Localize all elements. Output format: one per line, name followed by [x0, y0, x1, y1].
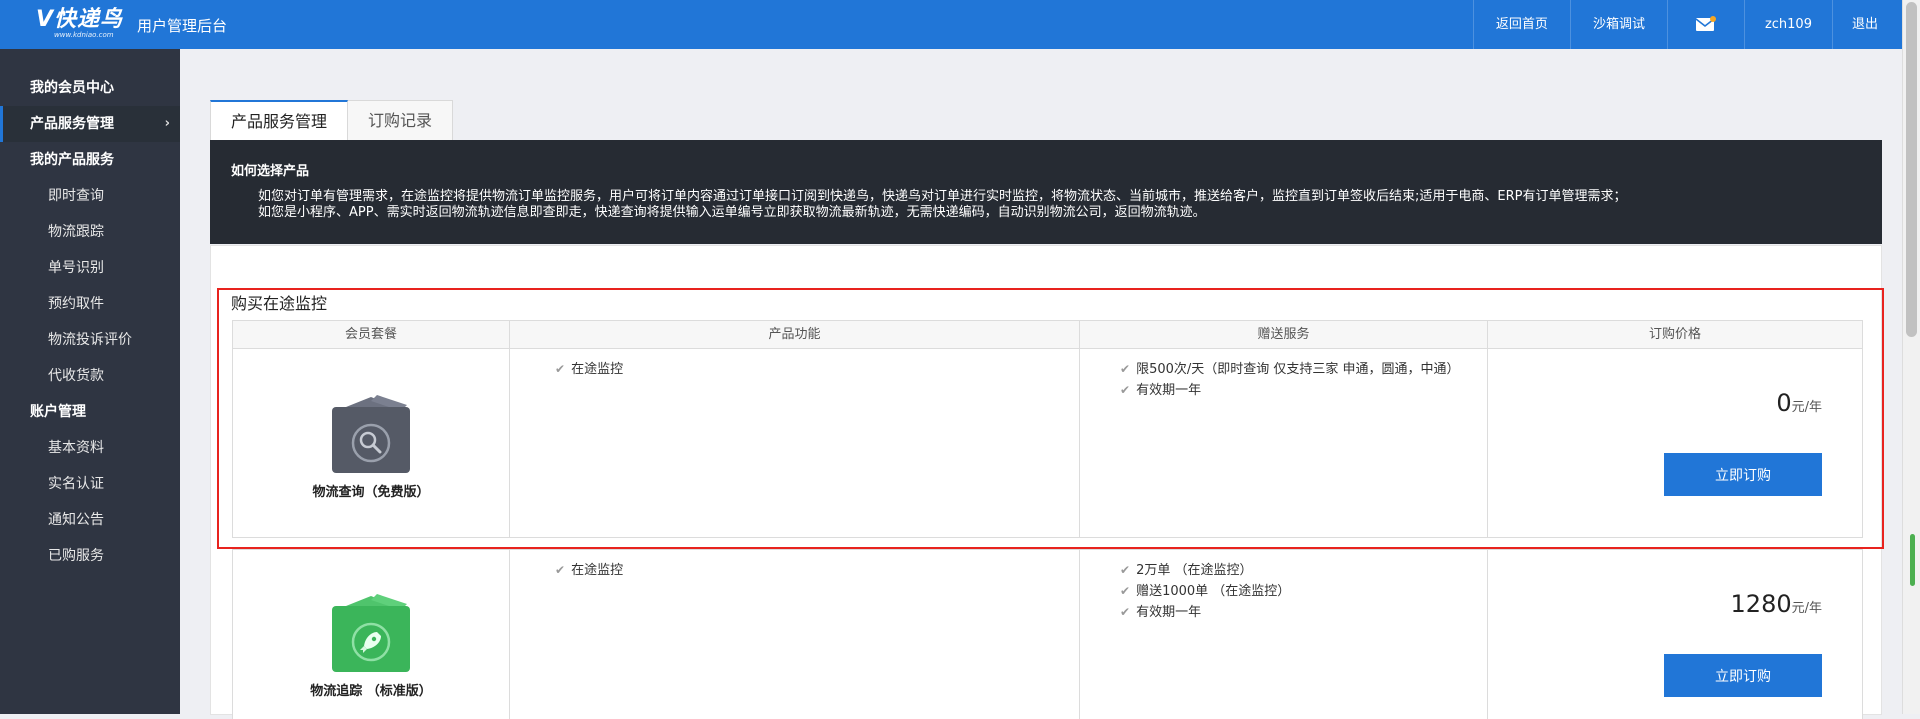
sidebar-item-purchased[interactable]: 已购服务	[0, 538, 180, 574]
sidebar-item-product-service[interactable]: 产品服务管理 ›	[0, 106, 180, 142]
feature-text: 在途监控	[571, 362, 624, 377]
logo-url: www.kdniao.com	[54, 31, 114, 39]
tab-product-service[interactable]: 产品服务管理	[210, 100, 348, 140]
chevron-right-icon: ›	[164, 116, 170, 131]
package-name: 物流查询（免费版）	[312, 485, 430, 500]
main-content: 产品服务管理 订购记录 如何选择产品 如您对订单有管理需求，在途监控将提供物流订…	[210, 100, 1884, 719]
sandbox-link[interactable]: 沙箱调试	[1569, 0, 1667, 49]
sidebar-item-label: 产品服务管理	[30, 116, 114, 132]
sidebar-item-member-center[interactable]: 我的会员中心	[0, 70, 180, 106]
list-item: ✔ 在途监控	[555, 359, 1079, 380]
package-name: 物流追踪 （标准版）	[310, 684, 432, 699]
top-bar: V快递鸟 www.kdniao.com 用户管理后台 返回首页 沙箱调试 zch…	[0, 0, 1902, 49]
price-unit: 元/年	[1791, 400, 1822, 415]
list-item: ✔ 限500次/天（即时查询 仅支持三家 申通，圆通，中通）	[1120, 359, 1480, 380]
service-text: 有效期一年	[1136, 605, 1202, 620]
sidebar-item-logistics-tracking[interactable]: 物流跟踪	[0, 214, 180, 250]
page-scrollbar[interactable]	[1902, 0, 1920, 714]
package-cell: 物流查询（免费版）	[233, 349, 510, 537]
sidebar-item-number-recognition[interactable]: 单号识别	[0, 250, 180, 286]
product-panel: 购买在途监控 会员套餐 产品功能 赠送服务 订购价格 物流查询（免费版） ✔ 在…	[210, 245, 1884, 719]
service-cell: ✔ 2万单 （在途监控） ✔ 赠送1000单 （在途监控） ✔ 有效期一年	[1080, 550, 1488, 719]
check-icon: ✔	[1120, 584, 1131, 598]
feature-cell: ✔ 在途监控	[510, 550, 1080, 719]
check-icon: ✔	[555, 563, 566, 577]
sidebar-item-instant-query[interactable]: 即时查询	[0, 178, 180, 214]
column-header: 赠送服务	[1080, 321, 1488, 348]
column-header: 产品功能	[510, 321, 1080, 348]
list-item: ✔ 2万单 （在途监控）	[1120, 560, 1480, 581]
scroll-position-marker	[1910, 534, 1915, 586]
column-header: 订购价格	[1648, 327, 1701, 342]
service-text: 2万单 （在途监控）	[1136, 563, 1253, 578]
check-icon: ✔	[1120, 362, 1131, 376]
check-icon: ✔	[555, 362, 566, 376]
home-link[interactable]: 返回首页	[1472, 0, 1570, 49]
feature-list: ✔ 在途监控	[510, 550, 1079, 581]
price-cell: 1280元/年 立即订购	[1488, 550, 1862, 719]
service-cell: ✔ 限500次/天（即时查询 仅支持三家 申通，圆通，中通） ✔ 有效期一年	[1080, 349, 1488, 537]
feature-cell: ✔ 在途监控	[510, 349, 1080, 537]
username-link[interactable]: zch109	[1743, 0, 1832, 49]
mail-icon	[1695, 16, 1716, 31]
list-item: ✔ 有效期一年	[1120, 380, 1480, 401]
sidebar-item-pickup-booking[interactable]: 预约取件	[0, 286, 180, 322]
sidebar-item-notices[interactable]: 通知公告	[0, 502, 180, 538]
check-icon: ✔	[1120, 605, 1131, 619]
app-title: 用户管理后台	[137, 17, 228, 35]
info-panel: 如何选择产品 如您对订单有管理需求，在途监控将提供物流订单监控服务，用户可将订单…	[210, 140, 1882, 244]
column-header: 会员套餐	[233, 321, 510, 348]
sidebar-group-my-products[interactable]: 我的产品服务	[0, 142, 180, 178]
section-title: 购买在途监控	[231, 294, 328, 313]
price-value: 0	[1776, 389, 1792, 417]
sidebar-item-verification[interactable]: 实名认证	[0, 466, 180, 502]
top-nav: 返回首页 沙箱调试 zch109 退出	[1472, 0, 1902, 49]
table-row: 物流追踪 （标准版） ✔ 在途监控 ✔ 2万单 （在途监控） ✔ 赠送1000单 （在…	[232, 549, 1863, 719]
price: 0元/年	[1776, 389, 1822, 417]
logo-text: V快递鸟	[36, 7, 124, 32]
table-header: 会员套餐 产品功能 赠送服务 订购价格	[232, 320, 1863, 349]
list-item: ✔ 在途监控	[555, 560, 1079, 581]
sidebar-group-account[interactable]: 账户管理	[0, 394, 180, 430]
info-line-2: 如您是小程序、APP、需实时返回物流轨迹信息即查即走，快递查询将提供输入运单编号…	[258, 205, 1206, 220]
price-cell: 0元/年 立即订购	[1488, 349, 1862, 537]
sidebar-item-cod[interactable]: 代收货款	[0, 358, 180, 394]
check-icon: ✔	[1120, 563, 1131, 577]
tab-order-records[interactable]: 订购记录	[348, 100, 453, 140]
table-row: 物流查询（免费版） ✔ 在途监控 ✔ 限500次/天（即时查询 仅支持三家 申通，圆…	[232, 349, 1863, 538]
info-title: 如何选择产品	[231, 164, 310, 179]
info-line-1: 如您对订单有管理需求，在途监控将提供物流订单监控服务，用户可将订单内容通过订单接…	[258, 189, 1627, 204]
subscribe-button[interactable]: 立即订购	[1664, 453, 1822, 496]
feature-list: ✔ 在途监控	[510, 349, 1079, 380]
price: 1280元/年	[1731, 590, 1822, 618]
service-text: 限500次/天（即时查询 仅支持三家 申通，圆通，中通）	[1136, 362, 1460, 377]
search-box-icon	[332, 395, 410, 473]
package-cell: 物流追踪 （标准版）	[233, 550, 510, 719]
sidebar-item-complaint[interactable]: 物流投诉评价	[0, 322, 180, 358]
sidebar: 我的会员中心 产品服务管理 › 我的产品服务 即时查询 物流跟踪 单号识别 预约…	[0, 49, 180, 714]
price-value: 1280	[1730, 590, 1792, 618]
subscribe-button[interactable]: 立即订购	[1664, 654, 1822, 697]
list-item: ✔ 有效期一年	[1120, 602, 1480, 623]
rocket-box-icon	[332, 594, 410, 672]
service-list: ✔ 2万单 （在途监控） ✔ 赠送1000单 （在途监控） ✔ 有效期一年	[1080, 550, 1480, 623]
service-text: 有效期一年	[1136, 383, 1202, 398]
service-text: 赠送1000单 （在途监控）	[1136, 584, 1291, 599]
logout-link[interactable]: 退出	[1831, 0, 1902, 49]
service-list: ✔ 限500次/天（即时查询 仅支持三家 申通，圆通，中通） ✔ 有效期一年	[1080, 349, 1480, 401]
list-item: ✔ 赠送1000单 （在途监控）	[1120, 581, 1480, 602]
price-unit: 元/年	[1791, 601, 1822, 616]
sidebar-item-basic-info[interactable]: 基本资料	[0, 430, 180, 466]
tab-bar: 产品服务管理 订购记录	[210, 100, 1882, 140]
feature-text: 在途监控	[571, 563, 624, 578]
scrollbar-thumb[interactable]	[1906, 2, 1917, 337]
brand-logo[interactable]: V快递鸟 www.kdniao.com	[36, 9, 123, 41]
package-table: 会员套餐 产品功能 赠送服务 订购价格 物流查询（免费版） ✔ 在途监控 ✔ 限…	[232, 320, 1863, 719]
check-icon: ✔	[1120, 383, 1131, 397]
mail-button[interactable]	[1666, 0, 1744, 49]
